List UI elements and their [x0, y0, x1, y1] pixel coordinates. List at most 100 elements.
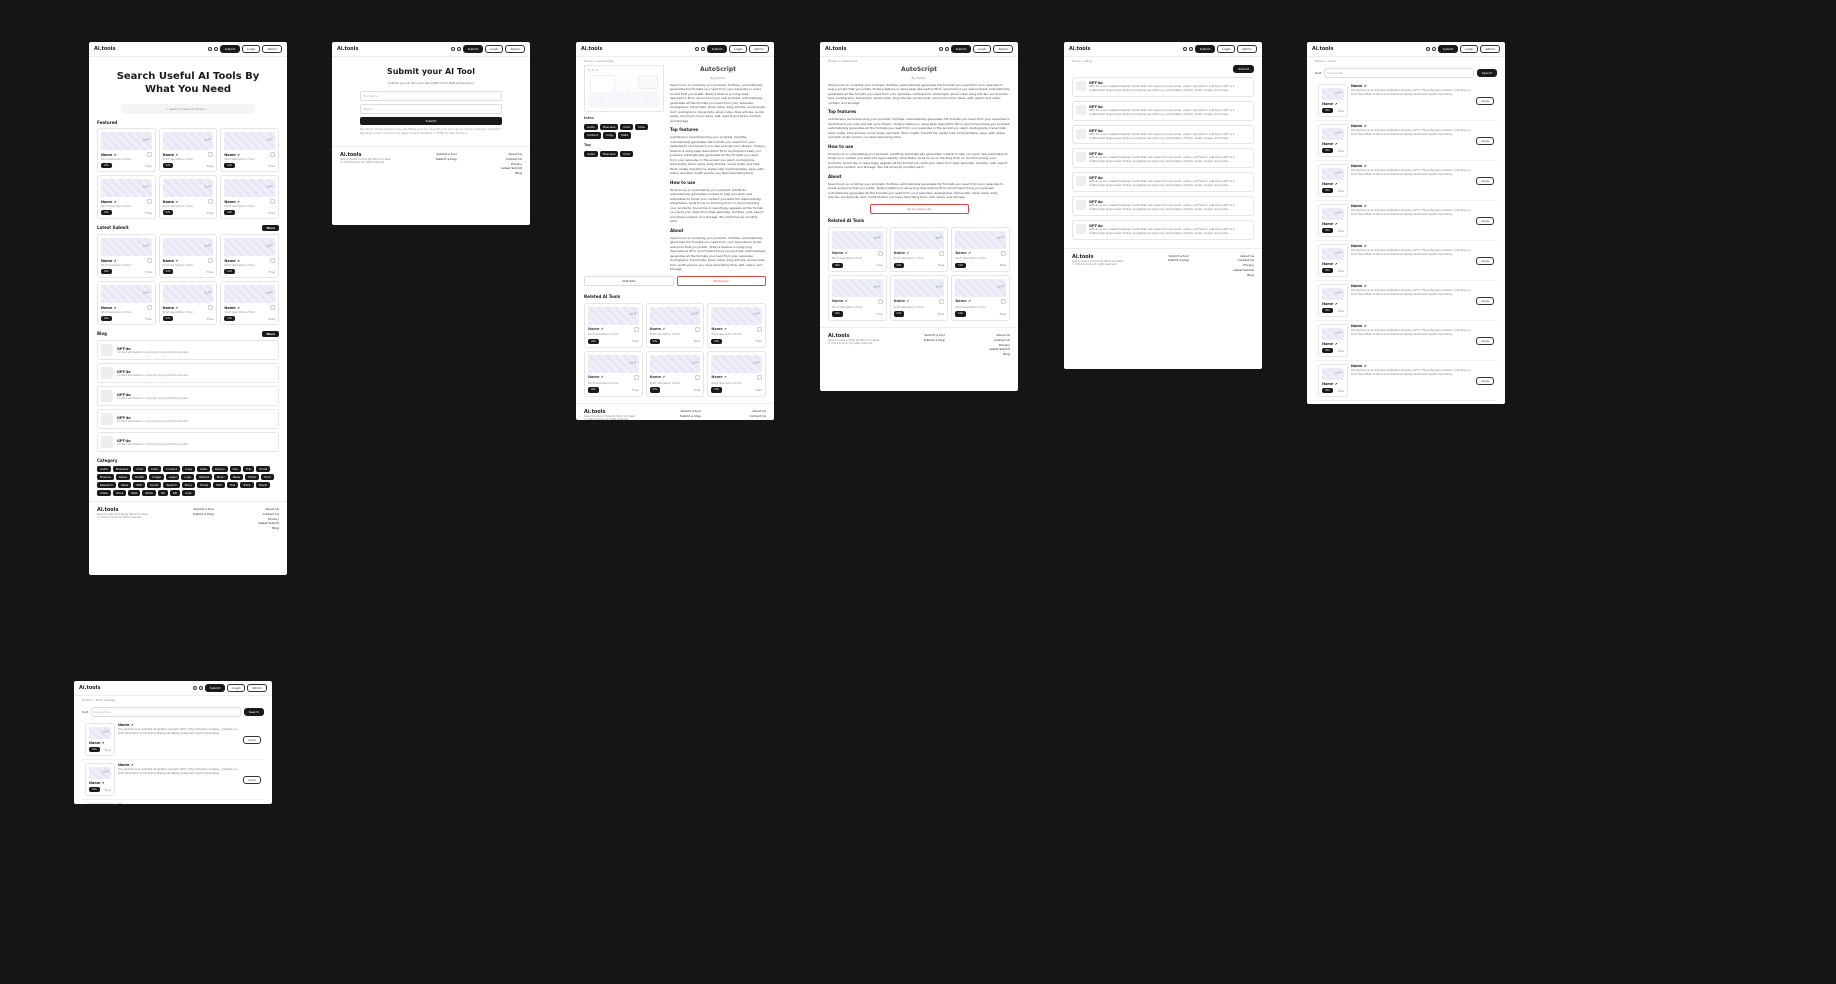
search-button[interactable]: Search [1477, 69, 1497, 77]
category-pill[interactable]: News [230, 474, 244, 480]
blog-item[interactable]: GPT-4oContent will feature in a primary … [97, 340, 279, 360]
category-pill[interactable]: Tool [227, 482, 238, 488]
category-pill[interactable]: Logo [181, 474, 194, 480]
tool-card[interactable]: ❝❞ Name ⇗ InfoFree [1318, 284, 1348, 317]
category-pill[interactable]: Dev [230, 466, 242, 472]
category-pill[interactable]: Research [97, 482, 116, 488]
category-pill[interactable]: Speech [163, 482, 179, 488]
category-pill[interactable]: Prod [261, 474, 273, 480]
tool-card[interactable]: ❝❞ Name ⇗ Short description of tool Info… [707, 351, 766, 397]
blog-card[interactable]: GPT-4oGPT-4o is our newest flagship mode… [1072, 196, 1254, 216]
tool-card[interactable]: ❝❞ Name ⇗ Short description of tool Info… [951, 275, 1010, 321]
tool-card[interactable]: ❝❞ Name ⇗ Short description of tool Info… [159, 281, 218, 325]
category-pill[interactable]: Trans [240, 482, 253, 488]
listing-row[interactable]: ❝❞ Name ⇗ InfoFree Name ⇗This text box i… [1315, 81, 1497, 121]
category-pill[interactable]: Sales [118, 482, 131, 488]
category-pill[interactable]: Code [148, 466, 161, 472]
listing-row[interactable]: ❝❞ Name ⇗ InfoFree Name ⇗This text box i… [1315, 241, 1497, 281]
tool-card[interactable]: ❝❞ Name ⇗ Short description of tool Info… [646, 351, 705, 397]
listing-row[interactable]: ❝❞ Name ⇗ InfoFree Name ⇗This text box i… [82, 800, 264, 804]
globe-icon[interactable] [457, 47, 461, 51]
listing-row[interactable]: ❝❞ Name ⇗ InfoFree Name ⇗This text box i… [1315, 281, 1497, 321]
category-pill[interactable]: Music [214, 474, 228, 480]
more-button[interactable]: More [262, 225, 279, 231]
submit-button[interactable]: Submit [220, 45, 241, 53]
tool-card[interactable]: ❝❞ Name ⇗ InfoFree [1318, 124, 1348, 157]
action-button[interactable]: more [1476, 257, 1494, 265]
category-pill[interactable]: Study [197, 482, 211, 488]
tool-card[interactable]: ❝❞ Name ⇗ Short description of tool Info… [828, 227, 887, 273]
tool-card[interactable]: ❝❞ Name ⇗ InfoFree [1318, 324, 1348, 357]
tool-card[interactable]: ❝❞ Name ⇗ Short description of tool Info… [220, 281, 279, 325]
bookmark-button[interactable]: Bookmark [677, 276, 767, 286]
visit-button[interactable]: Visit Site [584, 276, 674, 286]
tool-card[interactable]: ❝❞ Name ⇗ InfoFree [1318, 164, 1348, 197]
tool-card[interactable]: ❝❞ Name ⇗ InfoFree [1318, 84, 1348, 117]
category-pill[interactable]: Edu [243, 466, 254, 472]
category-pill[interactable]: Finance [97, 474, 114, 480]
breadcrumb[interactable]: Home > Blog [1064, 57, 1262, 65]
action-button[interactable]: more [1476, 217, 1494, 225]
category-pill[interactable]: Web [128, 490, 140, 496]
blog-card[interactable]: GPT-4oGPT-4o is our newest flagship mode… [1072, 220, 1254, 240]
action-button[interactable]: more [1476, 337, 1494, 345]
listing-search[interactable]: key words... [1324, 68, 1474, 78]
listing-row[interactable]: ❝❞ Name ⇗ InfoFree Name ⇗This text box i… [82, 720, 264, 760]
listing-row[interactable]: ❝❞ Name ⇗ InfoFree Name ⇗This text box i… [1315, 361, 1497, 401]
category-pill[interactable]: Audio [97, 466, 111, 472]
category-pill[interactable]: Design [212, 466, 228, 472]
tool-card[interactable]: ❝❞ Name ⇗ InfoFree [85, 763, 115, 796]
category-pill[interactable]: Copy [182, 466, 195, 472]
category-pill[interactable]: 3D [158, 490, 168, 496]
tool-card[interactable]: ❝❞ Name ⇗ Short description of tool Info… [97, 281, 156, 325]
tool-card[interactable]: ❝❞ Name ⇗ InfoFree [85, 723, 115, 756]
action-button[interactable]: more [1476, 137, 1494, 145]
category-pill[interactable]: Video [97, 490, 111, 496]
category-pill[interactable]: Text [213, 482, 225, 488]
globe-icon[interactable] [214, 47, 218, 51]
tool-card[interactable]: ❝❞ Name ⇗ InfoFree [85, 803, 115, 804]
category-pill[interactable]: Image [149, 474, 164, 480]
tool-card[interactable]: ❝❞ Name ⇗ Short description of tool Info… [97, 234, 156, 278]
tool-card[interactable]: ❝❞ Name ⇗ Short description of tool Info… [707, 303, 766, 349]
action-button[interactable]: more [1476, 377, 1494, 385]
name-input[interactable]: Tool name [360, 91, 502, 101]
logo[interactable]: Ai.tools [94, 46, 115, 52]
blog-item[interactable]: GPT-4oContent will feature in a primary … [97, 363, 279, 383]
tool-card[interactable]: ❝❞ Name ⇗ Short description of tool Info… [159, 234, 218, 278]
more-button[interactable]: More [262, 331, 279, 337]
submit-button[interactable]: Submit [1233, 65, 1254, 73]
tool-card[interactable]: ❝❞ Name ⇗ Short description of tool Info… [890, 275, 949, 321]
action-button[interactable]: more [243, 736, 261, 744]
tool-card[interactable]: ❝❞ Name ⇗ Short description of tool Info… [646, 303, 705, 349]
sun-icon[interactable] [451, 47, 455, 51]
tool-card[interactable]: ❝❞ Name ⇗ Short description of tool Info… [890, 227, 949, 273]
tool-card[interactable]: ❝❞ Name ⇗ InfoFree [1318, 364, 1348, 397]
category-pill[interactable]: Travel [256, 482, 270, 488]
search-input[interactable]: I want to make an article ... [120, 104, 257, 114]
tool-card[interactable]: ❝❞ Name ⇗ Short description of tool Info… [951, 227, 1010, 273]
tool-card[interactable]: ❝❞ Name ⇗ Short description of tool Info… [220, 128, 279, 172]
blog-item[interactable]: GPT-4oContent will feature in a primary … [97, 409, 279, 429]
category-pill[interactable]: Photo [245, 474, 259, 480]
tool-card[interactable]: ❝❞ Name ⇗ Short description of tool Info… [584, 303, 643, 349]
listing-row[interactable]: ❝❞ Name ⇗ InfoFree Name ⇗This text box i… [82, 760, 264, 800]
listing-row[interactable]: ❝❞ Name ⇗ InfoFree Name ⇗This text box i… [1315, 321, 1497, 361]
tool-card[interactable]: ❝❞ Name ⇗ Short description of tool Info… [97, 175, 156, 219]
save-prompt[interactable]: Go to save it all [870, 204, 969, 214]
category-pill[interactable]: Email [256, 466, 270, 472]
category-pill[interactable]: Content [163, 466, 180, 472]
submit-form-button[interactable]: Submit [360, 117, 502, 125]
listing-row[interactable]: ❝❞ Name ⇗ InfoFree Name ⇗This text box i… [1315, 401, 1497, 404]
tool-card[interactable]: ❝❞ Name ⇗ Short description of tool Info… [159, 175, 218, 219]
category-pill[interactable]: Legal [166, 474, 180, 480]
tool-card[interactable]: ❝❞ Name ⇗ Short description of tool Info… [828, 275, 887, 321]
tool-card[interactable]: ❝❞ Name ⇗ Short description of tool Info… [97, 128, 156, 172]
login-button[interactable]: Login [242, 45, 260, 53]
blog-card[interactable]: GPT-4oGPT-4o is our newest flagship mode… [1072, 172, 1254, 192]
category-pill[interactable]: Game [116, 474, 130, 480]
tool-card[interactable]: ❝❞ Name ⇗ Short description of tool Info… [220, 234, 279, 278]
admin-button[interactable]: Admin [262, 45, 282, 53]
category-pill[interactable]: Data [197, 466, 210, 472]
tool-card[interactable]: ❝❞ Name ⇗ InfoFree [1318, 244, 1348, 277]
